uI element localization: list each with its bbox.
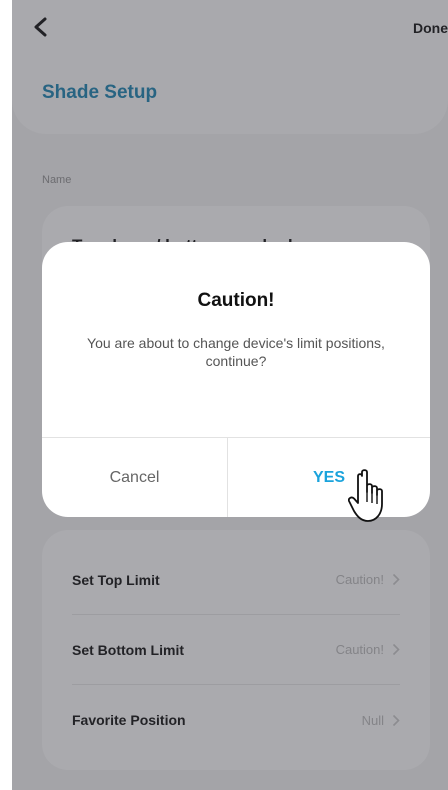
cancel-button[interactable]: Cancel: [42, 438, 227, 517]
shade-setup-screen: Done Shade Setup Name Top down / bottom …: [12, 0, 448, 790]
yes-button[interactable]: YES: [228, 438, 430, 517]
hand-pointer-icon: [348, 469, 383, 522]
dialog-title: Caution!: [197, 290, 275, 311]
dialog-message: You are about to change device's limit p…: [87, 335, 385, 369]
